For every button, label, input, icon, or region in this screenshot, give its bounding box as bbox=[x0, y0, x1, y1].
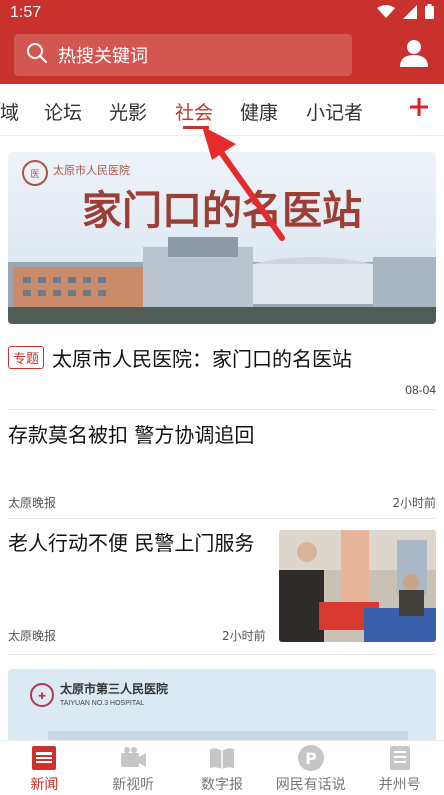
nav-item-comments[interactable]: P 网民有话说 bbox=[266, 741, 355, 795]
article-title[interactable]: 老人行动不便 民警上门服务 bbox=[8, 527, 263, 559]
feature-date: 08-04 bbox=[405, 383, 436, 397]
battery-icon bbox=[425, 3, 434, 23]
news-icon bbox=[30, 745, 58, 771]
video-icon bbox=[119, 745, 147, 771]
wifi-icon bbox=[377, 4, 395, 23]
article-source: 太原晚报 bbox=[8, 629, 57, 643]
banner2-hospital-cn: 太原市第三人民医院 bbox=[60, 681, 168, 696]
app-header: 1:57 热搜关键词 bbox=[0, 0, 444, 84]
search-input[interactable]: 热搜关键词 bbox=[14, 34, 352, 76]
topic-tag: 专题 bbox=[8, 346, 45, 369]
red-arrow-annotation bbox=[196, 124, 286, 242]
tab-item[interactable]: 小记者 bbox=[306, 98, 363, 125]
nav-label: 数字报 bbox=[200, 777, 243, 793]
status-bar: 1:57 bbox=[0, 0, 444, 26]
book-icon bbox=[208, 745, 236, 771]
nav-label: 并州号 bbox=[378, 777, 421, 793]
status-time: 1:57 bbox=[10, 4, 42, 21]
nav-label: 网民有话说 bbox=[275, 777, 346, 793]
plus-icon bbox=[409, 97, 429, 121]
article-thumbnail[interactable] bbox=[279, 530, 436, 642]
banner-hospital-logo-text: 太原市人民医院 bbox=[53, 163, 130, 177]
article-source: 太原晚报 bbox=[8, 496, 57, 510]
banner2-hospital-en: TAIYUAN NO.3 HOSPITAL bbox=[60, 700, 144, 707]
search-placeholder: 热搜关键词 bbox=[58, 46, 148, 67]
nav-label: 新视听 bbox=[112, 777, 155, 793]
nav-item-video[interactable]: 新视听 bbox=[89, 741, 178, 795]
comment-icon: P bbox=[297, 745, 325, 771]
user-icon bbox=[399, 38, 429, 72]
svg-text:✚: ✚ bbox=[38, 692, 46, 702]
user-profile-button[interactable] bbox=[396, 37, 432, 73]
article-time: 2小时前 bbox=[392, 496, 436, 510]
feature-title-row[interactable]: 专题 太原市人民医院：家门口的名医站 bbox=[8, 343, 436, 372]
article-time: 2小时前 bbox=[222, 629, 266, 643]
bottom-navigation: 新闻 新视听 数字报 P 网民有话说 并州号 bbox=[0, 740, 444, 795]
divider bbox=[8, 409, 436, 410]
divider bbox=[8, 518, 436, 519]
tab-item[interactable]: 论坛 bbox=[44, 98, 82, 125]
svg-text:P: P bbox=[305, 749, 317, 768]
add-channel-button[interactable] bbox=[404, 92, 434, 126]
nav-item-digital-paper[interactable]: 数字报 bbox=[178, 741, 267, 795]
hospital-banner-image[interactable]: ✚ 太原市第三人民医院 TAIYUAN NO.3 HOSPITAL bbox=[8, 669, 436, 745]
tab-item[interactable]: 域 bbox=[0, 98, 19, 125]
tab-item[interactable]: 健康 bbox=[240, 98, 278, 125]
svg-text:医: 医 bbox=[30, 169, 39, 180]
status-icons bbox=[377, 3, 434, 23]
nav-label: 新闻 bbox=[30, 777, 59, 793]
divider bbox=[8, 654, 436, 655]
feature-title: 太原市人民医院：家门口的名医站 bbox=[52, 347, 353, 371]
nav-item-news[interactable]: 新闻 bbox=[0, 741, 89, 795]
signal-icon bbox=[403, 4, 417, 23]
tab-item-active[interactable]: 社会 bbox=[175, 98, 213, 125]
nav-item-account[interactable]: 并州号 bbox=[355, 741, 444, 795]
article-title[interactable]: 存款莫名被扣 警方协调追回 bbox=[8, 419, 254, 451]
tab-item[interactable]: 光影 bbox=[109, 98, 147, 125]
search-icon bbox=[26, 42, 48, 68]
account-icon bbox=[386, 745, 414, 771]
